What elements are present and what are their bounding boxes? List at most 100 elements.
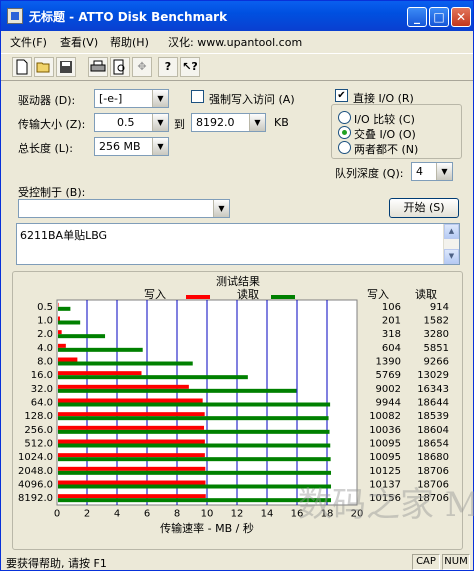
- queue-depth-select[interactable]: 4 ▼: [411, 162, 453, 181]
- unit-label: KB: [274, 116, 289, 129]
- transfer-size-label: 16.0: [31, 370, 53, 381]
- transfer-size-label: 256.0: [24, 425, 53, 436]
- read-bar: [58, 402, 331, 407]
- overlapped-io-radio[interactable]: [338, 126, 351, 139]
- open-folder-icon[interactable]: [34, 57, 54, 77]
- read-value: 1582: [424, 316, 449, 327]
- transfer-size-label: 8.0: [37, 357, 53, 368]
- controlled-by-label: 受控制于 (B):: [18, 186, 86, 199]
- write-bar: [58, 371, 142, 376]
- write-value: 10095: [369, 452, 401, 463]
- description-textarea[interactable]: 6211BA单贴LBG ▲ ▼: [16, 223, 460, 265]
- read-bar: [58, 429, 330, 434]
- context-help-icon[interactable]: ↖?: [180, 57, 200, 77]
- read-value: 3280: [424, 329, 449, 340]
- read-bar: [58, 470, 332, 475]
- neither-label: 两者都不 (N): [354, 143, 419, 156]
- read-bar: [58, 416, 329, 421]
- x-tick-label: 8: [174, 508, 180, 519]
- transfer-from-value: 0.5: [117, 116, 135, 129]
- scroll-down-icon[interactable]: ▼: [444, 249, 459, 264]
- chevron-down-icon[interactable]: ▼: [436, 163, 452, 180]
- write-bar: [58, 398, 203, 403]
- write-bar: [58, 453, 205, 458]
- neither-radio[interactable]: [338, 141, 351, 154]
- read-bar: [58, 498, 332, 503]
- to-label: 到: [174, 118, 185, 131]
- write-value: 106: [382, 302, 401, 313]
- io-compare-radio[interactable]: [338, 111, 351, 124]
- scroll-up-icon[interactable]: ▲: [444, 224, 459, 239]
- chevron-down-icon[interactable]: ▼: [213, 200, 229, 217]
- maximize-button[interactable]: □: [429, 7, 449, 27]
- description-scrollbar[interactable]: ▲ ▼: [443, 224, 459, 264]
- write-bar: [58, 343, 66, 348]
- move-icon[interactable]: ✥: [132, 57, 152, 77]
- force-write-label: 强制写入访问 (A): [209, 93, 295, 106]
- read-bar: [58, 320, 81, 325]
- write-value: 10125: [369, 466, 401, 477]
- read-bar: [58, 347, 143, 352]
- chevron-down-icon[interactable]: ▼: [249, 114, 265, 131]
- transfer-size-label: 32.0: [31, 384, 53, 395]
- transfer-size-label: 128.0: [24, 411, 53, 422]
- menu-bar: 文件(F) 查看(V) 帮助(H) 汉化: www.upantool.com: [1, 31, 473, 51]
- write-column-header: 写入: [367, 288, 389, 301]
- write-value: 10095: [369, 439, 401, 450]
- start-button[interactable]: 开始 (S): [389, 198, 459, 218]
- write-value: 10036: [369, 425, 401, 436]
- queue-depth-value: 4: [416, 165, 423, 178]
- overlapped-io-label: 交叠 I/O (O): [354, 128, 416, 141]
- print-preview-icon[interactable]: [110, 57, 130, 77]
- transfer-from-select[interactable]: 0.5 ▼: [94, 113, 169, 132]
- transfer-to-select[interactable]: 8192.0 ▼: [191, 113, 266, 132]
- close-button[interactable]: ✕: [451, 7, 471, 27]
- app-icon: [7, 8, 23, 24]
- x-tick-label: 10: [201, 508, 214, 519]
- new-file-icon[interactable]: [12, 57, 32, 77]
- controlled-by-select[interactable]: ▼: [18, 199, 230, 218]
- chevron-down-icon[interactable]: ▼: [152, 90, 168, 107]
- window-title: 无标题 - ATTO Disk Benchmark: [29, 10, 228, 24]
- transfer-size-label: 1.0: [37, 316, 53, 327]
- total-length-select[interactable]: 256 MB ▼: [94, 137, 169, 156]
- force-write-checkbox[interactable]: [191, 90, 204, 103]
- read-bar: [58, 388, 297, 393]
- transfer-size-label: 2048.0: [18, 466, 53, 477]
- chevron-down-icon[interactable]: ▼: [152, 138, 168, 155]
- print-icon[interactable]: [88, 57, 108, 77]
- help-icon[interactable]: ?: [158, 57, 178, 77]
- read-value: 16343: [417, 384, 449, 395]
- legend-write-swatch: [186, 295, 210, 299]
- write-value: 9002: [376, 384, 401, 395]
- minimize-button[interactable]: _: [407, 7, 427, 27]
- menu-localization[interactable]: 汉化: www.upantool.com: [168, 34, 302, 50]
- menu-view[interactable]: 查看(V): [60, 34, 98, 50]
- menu-file[interactable]: 文件(F): [10, 34, 47, 50]
- direct-io-checkbox[interactable]: ✔: [335, 89, 348, 102]
- read-value: 18644: [417, 398, 449, 409]
- menu-help[interactable]: 帮助(H): [110, 34, 149, 50]
- write-bar: [58, 302, 59, 307]
- drive-value: [-e-]: [99, 92, 123, 105]
- read-value: 18654: [417, 439, 449, 450]
- x-tick-label: 6: [144, 508, 150, 519]
- results-panel: 测试结果 写入 读取 写入 读取 0.5 1.0 2.0 4.0 8.0 16.0 32.0…: [12, 271, 474, 550]
- save-icon[interactable]: [56, 57, 76, 77]
- queue-depth-label: 队列深度 (Q):: [335, 167, 404, 180]
- io-compare-label: I/O 比较 (C): [354, 113, 415, 126]
- read-value: 13029: [417, 370, 449, 381]
- chevron-down-icon[interactable]: ▼: [152, 114, 168, 131]
- drive-select[interactable]: [-e-] ▼: [94, 89, 169, 108]
- read-bar: [58, 375, 248, 380]
- transfer-size-label: 0.5: [37, 302, 53, 313]
- read-value: 5851: [424, 343, 449, 354]
- title-bar[interactable]: 无标题 - ATTO Disk Benchmark _ □ ✕: [1, 1, 473, 31]
- read-value: 18680: [417, 452, 449, 463]
- write-bar: [58, 466, 206, 471]
- x-tick-label: 2: [84, 508, 90, 519]
- write-value: 604: [382, 343, 401, 354]
- x-tick-label: 12: [231, 508, 244, 519]
- write-bar: [58, 384, 189, 389]
- num-lock-indicator: NUM: [442, 554, 470, 570]
